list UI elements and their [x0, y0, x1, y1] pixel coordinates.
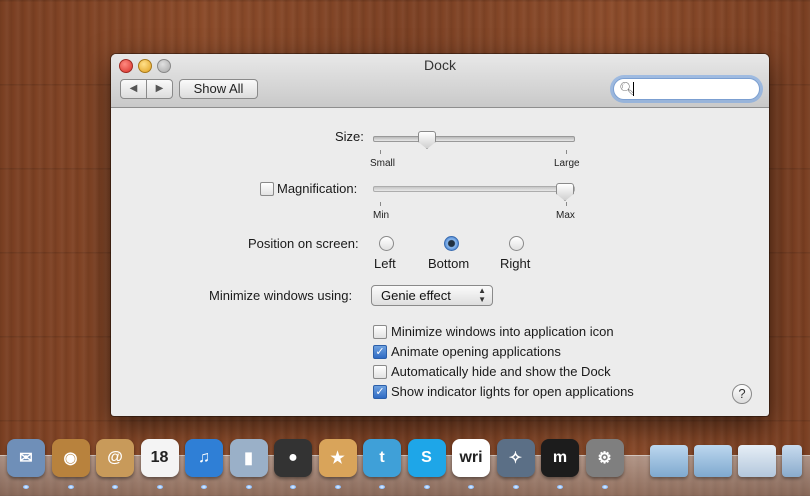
indicator-light — [201, 485, 207, 489]
size-label: Size: — [335, 129, 364, 144]
magnification-slider-track[interactable] — [373, 186, 575, 192]
magnification-min-label: Min — [373, 210, 390, 221]
size-min-tick — [380, 150, 381, 154]
compass-icon[interactable]: ✧ — [496, 439, 535, 477]
search-input[interactable]: 🔍︎ — [613, 78, 760, 100]
address-book-icon[interactable]: @ — [96, 439, 134, 477]
document-icon[interactable] — [738, 445, 776, 477]
indicator-lights-checkbox[interactable]: ✓ — [373, 385, 387, 399]
title-bar: Dock ◀ ▶ Show All 🔍︎ — [111, 54, 769, 108]
position-left-radio[interactable] — [379, 236, 394, 251]
minimize-effect-select[interactable]: Genie effect ▲ ▼ — [371, 285, 493, 306]
indicator-light — [245, 485, 252, 489]
indicator-light — [601, 485, 608, 489]
auto-hide-checkbox[interactable] — [373, 365, 387, 379]
skype-icon[interactable]: S — [407, 439, 446, 477]
size-slider-track[interactable] — [373, 136, 575, 142]
minimize-into-icon-checkbox[interactable] — [373, 325, 387, 339]
folder-icon[interactable] — [694, 445, 732, 477]
mail-stamp-icon[interactable]: ✉ — [7, 439, 45, 477]
indicator-light — [23, 485, 29, 489]
indicator-light — [557, 485, 563, 489]
minimize-effect-value: Genie effect — [381, 288, 451, 303]
globe-icon[interactable] — [782, 445, 802, 477]
back-forward-control: ◀ ▶ — [120, 79, 173, 99]
system-preferences-icon[interactable]: ⚙ — [585, 439, 624, 477]
text-caret — [633, 82, 634, 96]
calendar-icon[interactable]: 18 — [140, 439, 179, 477]
back-arrow-icon[interactable]: ◀ — [121, 80, 147, 98]
indicator-light — [379, 485, 385, 489]
magnification-label: Magnification: — [277, 181, 358, 196]
size-large-label: Large — [554, 158, 580, 169]
itunes-icon[interactable]: ♫ — [185, 439, 223, 477]
position-bottom-label: Bottom — [428, 256, 470, 271]
animate-opening-checkbox[interactable]: ✓ — [373, 345, 387, 359]
dock-preferences-window: Dock ◀ ▶ Show All 🔍︎ Size: Small Large M… — [111, 54, 769, 416]
show-all-button[interactable]: Show All — [179, 79, 258, 99]
package-icon[interactable]: ★ — [318, 439, 357, 477]
facetime-camera-icon[interactable]: ● — [274, 439, 312, 477]
stepper-arrows-icon: ▲ ▼ — [478, 286, 486, 304]
animate-opening-label: Animate opening applications — [391, 344, 561, 359]
indicator-lights-label: Show indicator lights for open applicati… — [391, 384, 634, 399]
writer-icon[interactable]: wri — [452, 439, 490, 477]
indicator-light — [512, 485, 519, 489]
magnification-max-label: Max — [556, 210, 575, 221]
minimize-label: Minimize windows using: — [209, 288, 353, 303]
folder-icon[interactable] — [650, 445, 688, 477]
size-slider-thumb[interactable] — [418, 131, 436, 149]
twitter-icon[interactable]: t — [363, 439, 401, 477]
magnification-min-tick — [380, 202, 381, 206]
indicator-light — [468, 485, 474, 489]
size-max-tick — [566, 150, 567, 154]
indicator-light — [67, 485, 74, 489]
position-left-label: Left — [374, 256, 396, 271]
indicator-light — [156, 485, 163, 489]
indicator-light — [334, 485, 341, 489]
magnification-slider-thumb[interactable] — [556, 183, 574, 201]
indicator-light — [290, 485, 296, 489]
indicator-light — [423, 485, 430, 489]
auto-hide-label: Automatically hide and show the Dock — [391, 364, 611, 379]
magnification-max-tick — [566, 202, 567, 206]
window-title: Dock — [424, 57, 456, 73]
position-right-label: Right — [500, 256, 531, 271]
indicator-light — [112, 485, 118, 489]
position-right-radio[interactable] — [509, 236, 524, 251]
m-app-icon[interactable]: m — [541, 439, 579, 477]
position-label: Position on screen: — [248, 236, 359, 251]
help-button[interactable]: ? — [732, 384, 752, 404]
photo-booth-icon[interactable]: ◉ — [51, 439, 90, 477]
minimize-into-icon-label: Minimize windows into application icon — [391, 324, 614, 339]
forward-arrow-icon[interactable]: ▶ — [147, 80, 172, 98]
system-monitor-icon[interactable]: ▮ — [229, 439, 268, 477]
magnification-checkbox[interactable] — [260, 182, 274, 196]
size-small-label: Small — [370, 158, 396, 169]
position-bottom-radio[interactable] — [444, 236, 459, 251]
